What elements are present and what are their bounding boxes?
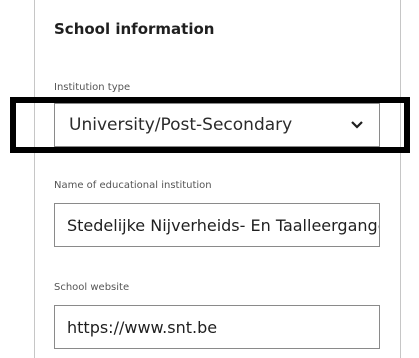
institution-type-value: University/Post-Secondary [69, 115, 293, 135]
institution-type-select[interactable]: University/Post-Secondary [54, 103, 380, 147]
school-website-input[interactable] [54, 305, 380, 349]
school-website-label: School website [54, 282, 130, 293]
institution-name-label: Name of educational institution [54, 180, 212, 191]
chevron-down-icon [351, 121, 363, 129]
section-title: School information [54, 20, 215, 38]
institution-name-input[interactable] [54, 203, 380, 247]
institution-type-label: Institution type [54, 82, 131, 93]
